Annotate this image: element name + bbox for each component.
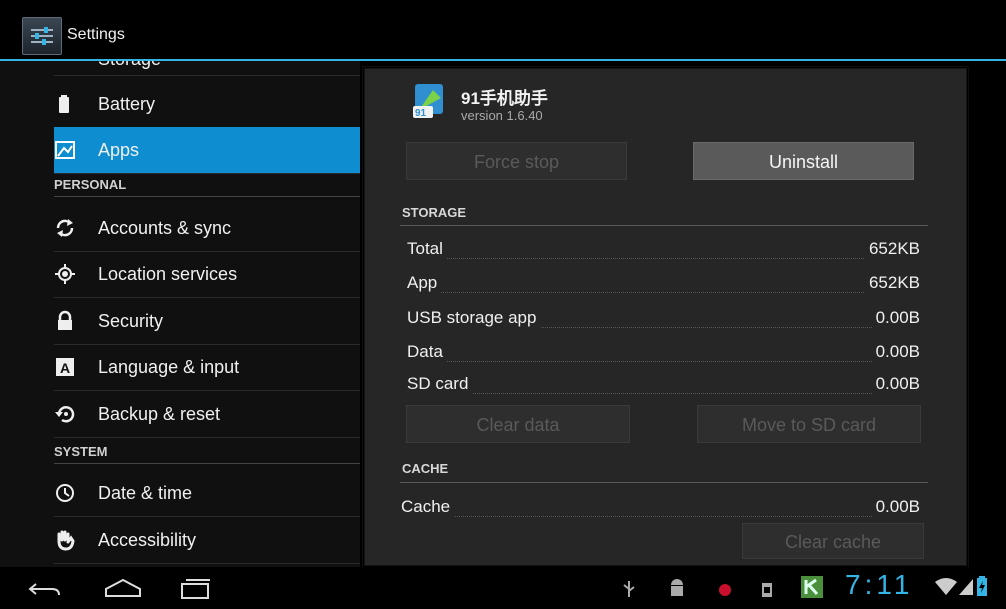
- sidebar-item-accounts-sync[interactable]: Accounts & sync: [54, 205, 360, 252]
- sidebar-item-accessibility[interactable]: Accessibility: [54, 517, 360, 564]
- row-value: 0.00B: [871, 342, 920, 362]
- storage-row-app: App 652KB: [407, 270, 920, 300]
- clear-data-button[interactable]: Clear data: [406, 405, 630, 443]
- leader-dots: [401, 516, 920, 517]
- sidebar-item-location[interactable]: Location services: [54, 251, 360, 298]
- location-icon: [54, 263, 76, 285]
- row-label: USB storage app: [407, 308, 541, 328]
- storage-row-total: Total 652KB: [407, 236, 920, 266]
- battery-status-icon: [976, 575, 988, 602]
- sidebar-item-date-time[interactable]: Date & time: [54, 470, 360, 517]
- row-label: Data: [407, 342, 447, 362]
- sidebar-item-label: Language & input: [98, 357, 240, 377]
- app-version: version 1.6.40: [461, 108, 543, 123]
- sidebar-item-label: Apps: [98, 140, 140, 160]
- apps-icon: [54, 139, 76, 161]
- row-value: 0.00B: [871, 497, 920, 517]
- sidebar-item-apps[interactable]: Apps: [54, 127, 360, 174]
- clear-cache-button[interactable]: Clear cache: [742, 523, 924, 559]
- home-icon[interactable]: [104, 578, 142, 603]
- leader-dots: [407, 361, 920, 362]
- recent-apps-icon[interactable]: [181, 579, 211, 604]
- clock-icon: [54, 482, 76, 504]
- section-header-system: SYSTEM: [54, 441, 360, 464]
- keyboard-icon: A: [54, 356, 76, 378]
- sidebar-item-label: Battery: [98, 94, 156, 114]
- storage-icon: [54, 61, 76, 63]
- storage-row-sdcard: SD card 0.00B: [407, 371, 920, 401]
- row-label: Cache: [401, 497, 455, 517]
- system-bar: 7:11: [0, 567, 1006, 609]
- sidebar-item-storage[interactable]: Storage: [54, 61, 360, 76]
- sidebar-item-label: Backup & reset: [98, 404, 221, 424]
- row-value: 652KB: [864, 273, 920, 293]
- settings-sidebar[interactable]: Storage Battery Apps PERSONAL Accounts &…: [0, 61, 360, 567]
- sidebar-item-battery[interactable]: Battery: [54, 81, 360, 128]
- row-label: App: [407, 273, 442, 293]
- settings-app-icon[interactable]: [22, 17, 62, 55]
- leader-dots: [407, 292, 920, 293]
- android-debug-icon: [668, 579, 686, 604]
- row-label: Total: [407, 239, 447, 259]
- sidebar-item-security[interactable]: Security: [54, 298, 360, 345]
- sidebar-item-label: Accessibility: [98, 530, 197, 550]
- app-name: 91手机助手: [461, 89, 548, 108]
- section-header-personal: PERSONAL: [54, 174, 360, 197]
- storage-section-header: STORAGE: [402, 205, 467, 220]
- storage-divider: [400, 225, 928, 226]
- section-header-label: SYSTEM: [54, 444, 108, 459]
- uninstall-button[interactable]: Uninstall: [693, 142, 914, 180]
- row-value: 0.00B: [871, 374, 920, 394]
- section-header-label: PERSONAL: [54, 177, 127, 192]
- title-bar: Settings: [0, 0, 1006, 61]
- usb-icon: [622, 579, 636, 604]
- row-label: SD card: [407, 374, 473, 394]
- wifi-icon: [934, 577, 958, 602]
- svg-text:A: A: [60, 360, 70, 376]
- leader-dots: [407, 393, 920, 394]
- sidebar-item-language[interactable]: A Language & input: [54, 344, 360, 391]
- leader-dots: [407, 258, 920, 259]
- signal-icon: [958, 577, 974, 602]
- sidebar-item-label: Date & time: [98, 483, 193, 503]
- cache-section-header: CACHE: [402, 461, 449, 476]
- app-notification-icon: [800, 575, 824, 604]
- storage-row-usb: USB storage app 0.00B: [407, 305, 920, 335]
- window-title: Settings: [67, 26, 125, 43]
- sidebar-item-backup[interactable]: Backup & reset: [54, 391, 360, 438]
- move-to-sd-button[interactable]: Move to SD card: [697, 405, 921, 443]
- sidebar-item-label: Security: [98, 311, 164, 331]
- sd-card-icon: [760, 579, 774, 604]
- battery-icon: [54, 93, 76, 115]
- clock-text[interactable]: 7:11: [845, 569, 913, 601]
- row-value: 652KB: [864, 239, 920, 259]
- sidebar-item-label: Location services: [98, 264, 238, 284]
- hand-icon: [54, 529, 76, 551]
- storage-row-data: Data 0.00B: [407, 339, 920, 369]
- app-logo-icon: 91: [411, 82, 449, 120]
- back-icon[interactable]: [28, 581, 62, 604]
- cache-divider: [400, 482, 928, 483]
- lock-icon: [54, 310, 76, 332]
- sidebar-item-label: Storage: [98, 61, 161, 70]
- svg-text:91: 91: [415, 108, 427, 119]
- row-value: 0.00B: [871, 308, 920, 328]
- force-stop-button[interactable]: Force stop: [406, 142, 627, 180]
- sync-icon: [54, 217, 76, 239]
- backup-icon: [54, 403, 76, 425]
- cache-row: Cache 0.00B: [401, 494, 920, 524]
- sidebar-item-label: Accounts & sync: [98, 218, 232, 238]
- recording-dot-icon: [718, 583, 732, 602]
